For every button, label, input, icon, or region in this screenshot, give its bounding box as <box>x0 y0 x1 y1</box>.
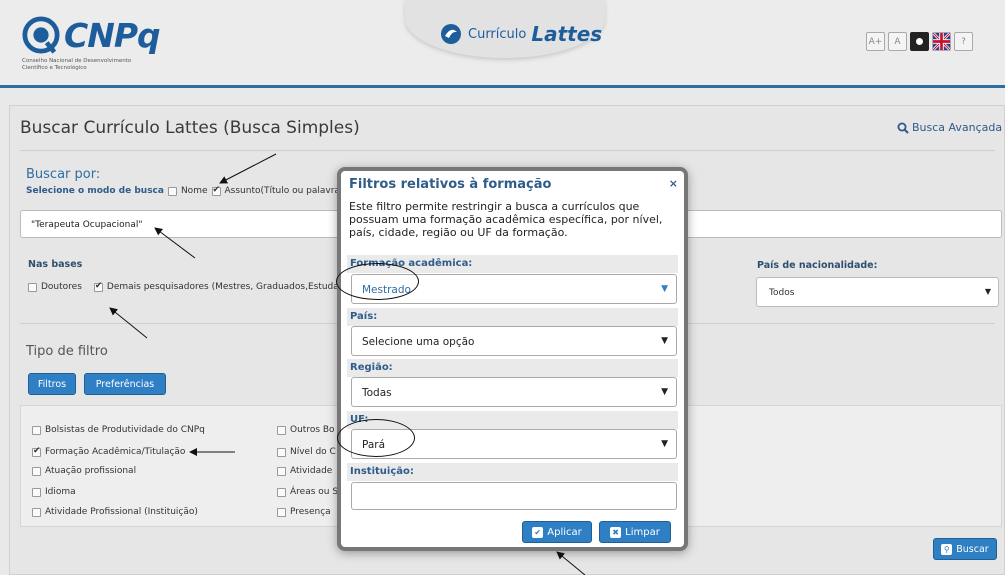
arrow-apply <box>556 551 586 575</box>
annotation-arrows <box>109 153 586 575</box>
arrow-bases <box>109 307 148 339</box>
arrow-mode <box>219 153 277 184</box>
arrow-query <box>154 227 196 259</box>
